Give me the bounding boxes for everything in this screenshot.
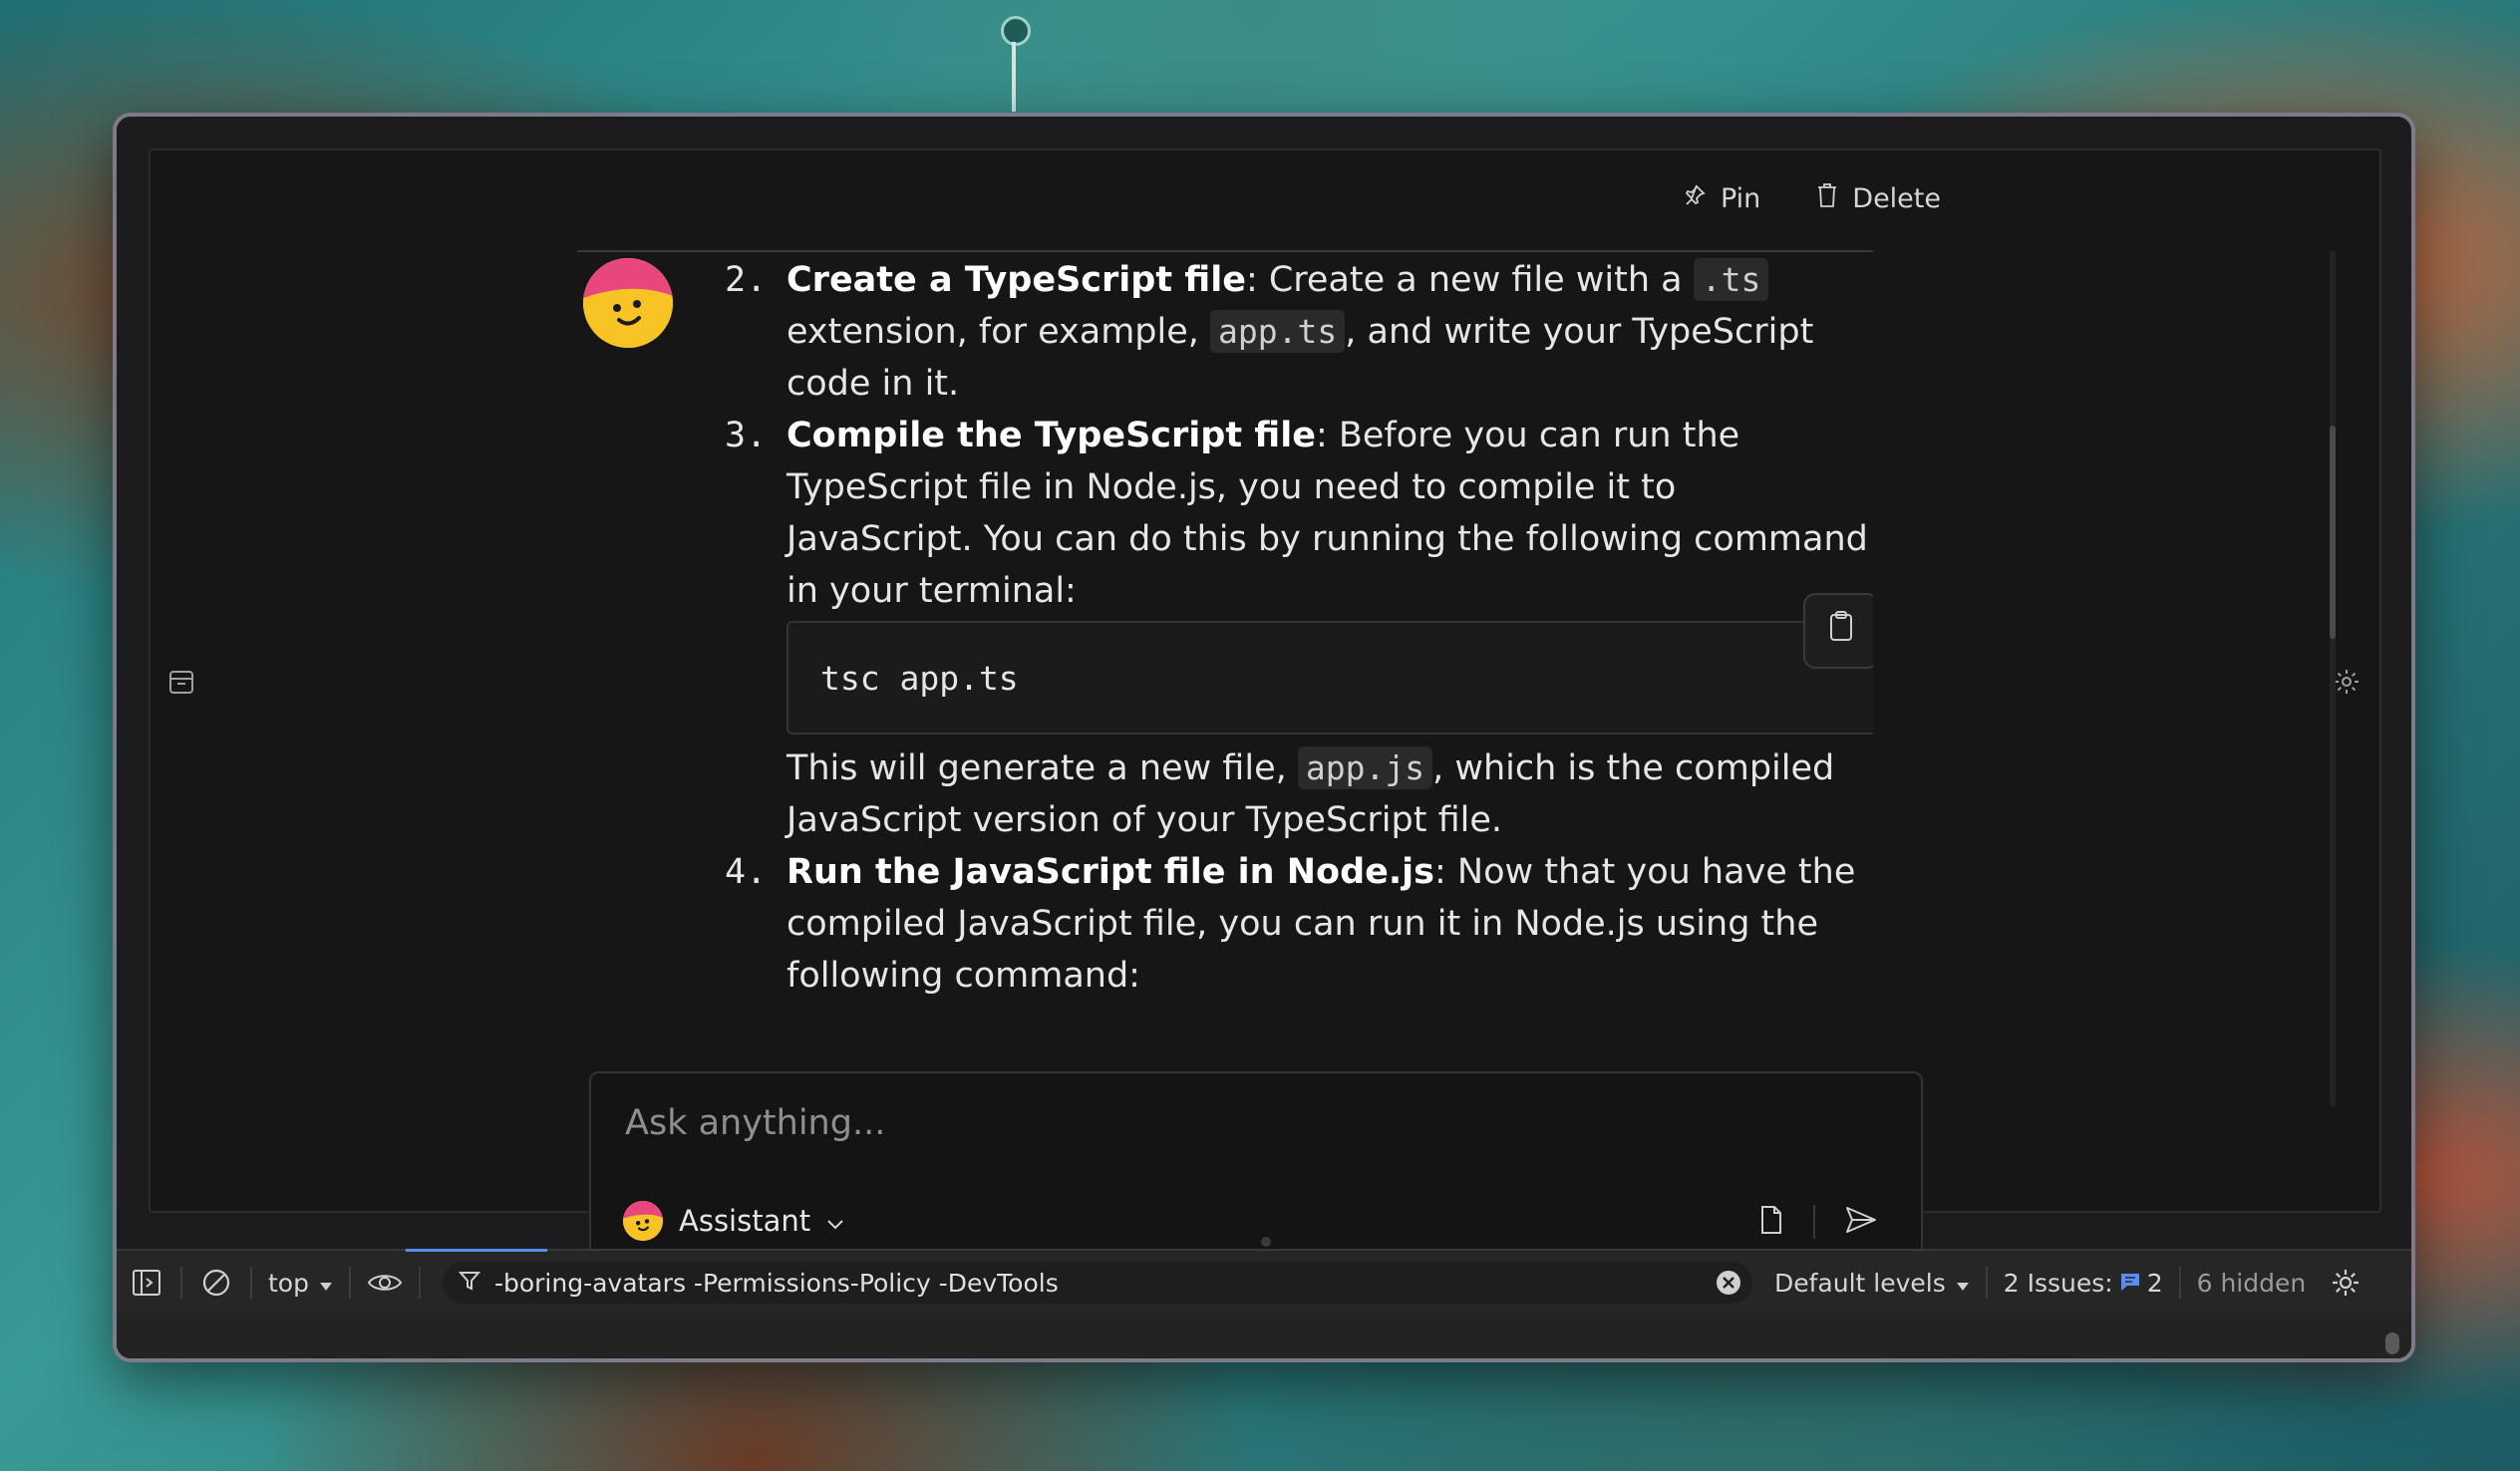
delete-button[interactable]: Delete — [1816, 182, 1941, 215]
console-output-area[interactable] — [117, 1313, 2411, 1358]
toolbar-divider — [348, 1267, 351, 1299]
pin-icon — [1683, 183, 1707, 214]
issues-count: 2 — [2146, 1268, 2163, 1298]
console-scrollbar[interactable] — [2385, 1332, 2399, 1354]
trash-icon — [1816, 182, 1838, 215]
toolbar-divider — [1985, 1267, 1988, 1299]
pin-button[interactable]: Pin — [1683, 182, 1760, 215]
log-levels-label: Default levels — [1773, 1268, 1946, 1298]
list-item: 4. Run the JavaScript file in Node.js: N… — [725, 846, 1871, 1002]
issue-message-icon — [2119, 1269, 2141, 1298]
dropdown-triangle-icon — [319, 1269, 333, 1298]
issues-button[interactable]: 2 Issues: 2 — [2004, 1269, 2163, 1298]
assistant-message: 2. Create a TypeScript file: Create a ne… — [725, 254, 1873, 1002]
step-title: Run the JavaScript file in Node.js — [787, 852, 1435, 892]
assistant-selector-label: Assistant — [679, 1204, 811, 1238]
chat-scroll-area[interactable]: 2. Create a TypeScript file: Create a ne… — [577, 250, 1873, 1127]
step-text: This will generate a new file, — [787, 748, 1298, 788]
send-icon[interactable] — [1845, 1206, 1877, 1238]
chat-input-container: Ask anything... Assistant — [589, 1071, 1923, 1275]
step-text: extension, for example, — [787, 312, 1211, 352]
delete-label: Delete — [1852, 183, 1941, 214]
chat-input[interactable]: Ask anything... — [625, 1103, 885, 1143]
list-item: 3. Compile the TypeScript file: Before y… — [725, 410, 1873, 846]
dropdown-triangle-icon — [1956, 1269, 1970, 1298]
chat-panel: Pin Delete 2. Create a TypeScript file: … — [149, 148, 2381, 1213]
hidden-messages-count: 6 hidden — [2196, 1268, 2307, 1298]
log-levels-dropdown[interactable]: Default levels — [1774, 1269, 1970, 1298]
active-tab-indicator — [406, 1249, 547, 1252]
step-text: : Create a new file with a — [1245, 260, 1694, 300]
chat-scrollbar[interactable] — [2330, 250, 2336, 1107]
pin-label: Pin — [1720, 183, 1761, 214]
scrollbar-thumb[interactable] — [2330, 426, 2336, 639]
toolbar-divider — [418, 1267, 421, 1299]
copy-code-button[interactable] — [1803, 593, 1873, 669]
inline-code: app.ts — [1210, 310, 1346, 353]
assistant-selector[interactable]: Assistant — [623, 1201, 844, 1241]
chevron-down-icon — [826, 1204, 844, 1238]
wallpaper-pin-decoration — [1001, 16, 1031, 46]
input-actions-divider — [1813, 1205, 1815, 1239]
code-block-text: tsc app.ts — [820, 659, 1019, 698]
message-actions: Pin Delete — [1683, 182, 1941, 215]
drawer-resize-handle[interactable] — [1261, 1237, 1271, 1247]
list-number: 4. — [725, 852, 768, 892]
list-item: 2. Create a TypeScript file: Create a ne… — [725, 254, 1871, 410]
filter-funnel-icon — [458, 1269, 481, 1298]
inline-code: app.js — [1297, 746, 1433, 789]
issues-label: 2 Issues: — [2003, 1268, 2113, 1298]
eye-icon[interactable] — [367, 1265, 403, 1301]
list-number: 3. — [725, 416, 768, 455]
step-title: Create a TypeScript file — [787, 260, 1246, 300]
console-settings-gear-icon[interactable] — [2328, 1265, 2363, 1301]
toolbar-divider — [250, 1267, 252, 1299]
step-title: Compile the TypeScript file — [787, 416, 1316, 455]
clear-console-icon[interactable] — [198, 1265, 234, 1301]
list-number: 2. — [725, 260, 768, 300]
filter-text: -boring-avatars -Permissions-Policy -Dev… — [493, 1268, 1059, 1298]
clipboard-icon — [1828, 605, 1854, 657]
inline-code: .ts — [1693, 258, 1769, 301]
console-filter-input[interactable]: -boring-avatars -Permissions-Policy -Dev… — [442, 1262, 1752, 1304]
input-actions — [1759, 1205, 1877, 1239]
devtools-console-toolbar: top -boring-avatars -Permissions-Policy … — [117, 1249, 2411, 1315]
context-label: top — [268, 1268, 309, 1298]
assistant-mini-avatar — [623, 1201, 663, 1241]
assistant-avatar — [583, 258, 673, 348]
toolbar-divider — [2178, 1267, 2181, 1299]
app-window: Pin Delete 2. Create a TypeScript file: … — [113, 113, 2415, 1362]
attach-file-icon[interactable] — [1759, 1205, 1783, 1239]
wallpaper-pin-stem — [1012, 42, 1016, 112]
context-selector[interactable]: top — [268, 1269, 333, 1298]
clear-filter-icon[interactable] — [1715, 1269, 1742, 1297]
sidebar-toggle-icon[interactable] — [129, 1265, 164, 1301]
code-block: tsc app.ts — [787, 593, 1873, 735]
archive-icon[interactable] — [166, 667, 196, 697]
settings-gear-icon[interactable] — [2332, 667, 2362, 697]
toolbar-divider — [180, 1267, 182, 1299]
message-divider — [577, 250, 1873, 252]
